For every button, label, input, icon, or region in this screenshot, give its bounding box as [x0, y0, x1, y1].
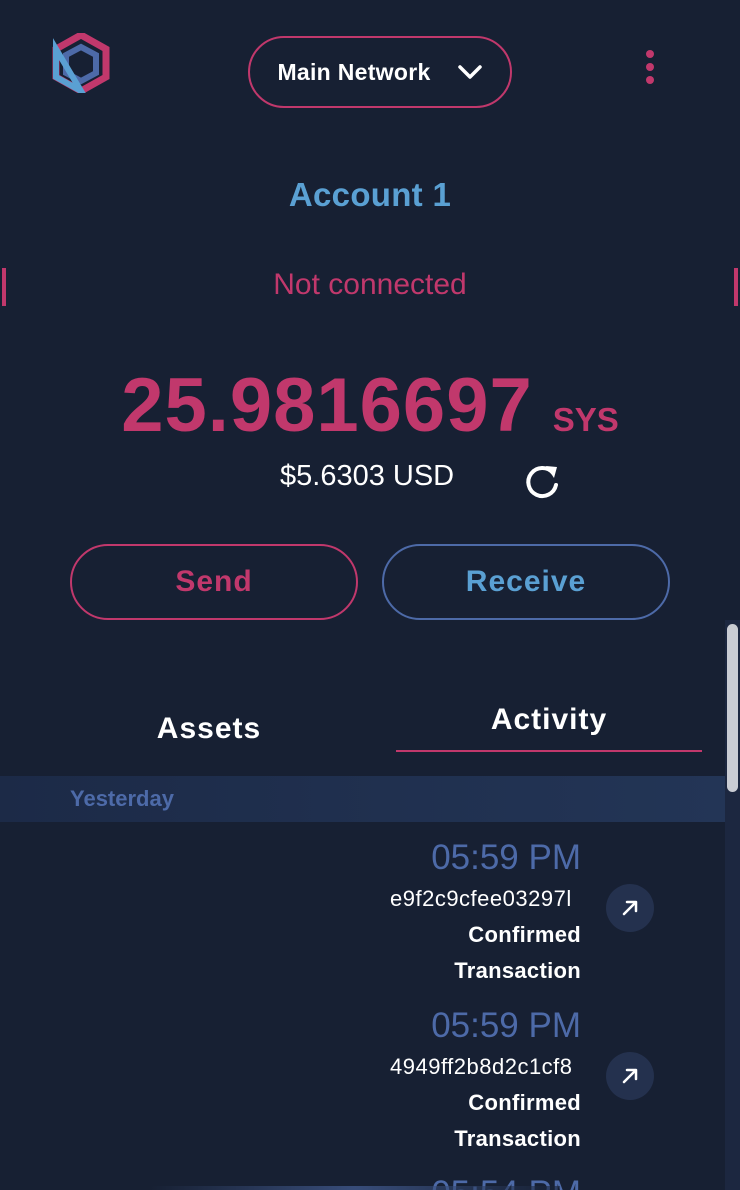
network-selector[interactable]: Main Network — [248, 36, 512, 108]
fiat-balance: $5.6303 USD — [280, 460, 455, 492]
menu-dots-icon[interactable] — [640, 48, 660, 86]
tab-activity[interactable]: Activity — [396, 690, 702, 752]
account-name: Account 1 — [288, 176, 452, 213]
transaction-hash: 4949ff2b8d2c1cf8 — [390, 1054, 573, 1079]
chevron-down-icon — [457, 65, 482, 79]
transaction-kind: Transaction — [454, 1126, 581, 1151]
open-transaction-button[interactable] — [606, 884, 654, 932]
bottom-divider — [150, 1186, 560, 1190]
transaction-item[interactable]: 05:59 PM e9f2c9cfee03297l Confirmed Tran… — [0, 838, 725, 1006]
send-button[interactable]: Send — [70, 544, 358, 620]
wallet-logo-icon — [52, 33, 110, 93]
transaction-status: Confirmed — [468, 922, 581, 947]
network-label: Main Network — [277, 58, 431, 85]
transaction-status: Confirmed — [468, 1090, 581, 1115]
open-transaction-button[interactable] — [606, 1052, 654, 1100]
transaction-time: 05:59 PM — [431, 838, 581, 877]
arrow-up-right-icon — [622, 900, 638, 916]
transaction-hash: e9f2c9cfee03297l — [390, 886, 572, 911]
connection-status: Not connected — [273, 268, 467, 301]
balance-display: 25.9816697 SYS — [0, 362, 740, 449]
scrollbar[interactable] — [725, 620, 740, 1190]
tab-assets[interactable]: Assets — [56, 698, 362, 760]
arrow-up-right-icon — [622, 1068, 638, 1084]
scrollbar-thumb[interactable] — [727, 624, 738, 792]
transaction-time: 05:59 PM — [431, 1006, 581, 1045]
refresh-icon[interactable] — [522, 461, 562, 501]
balance-amount: 25.9816697 — [121, 363, 533, 448]
date-group-header: Yesterday — [0, 776, 725, 822]
transaction-item[interactable]: 05:59 PM 4949ff2b8d2c1cf8 Confirmed Tran… — [0, 1006, 725, 1174]
receive-button[interactable]: Receive — [382, 544, 670, 620]
date-group-label: Yesterday — [70, 786, 174, 811]
transaction-kind: Transaction — [454, 958, 581, 983]
balance-unit: SYS — [552, 401, 619, 438]
